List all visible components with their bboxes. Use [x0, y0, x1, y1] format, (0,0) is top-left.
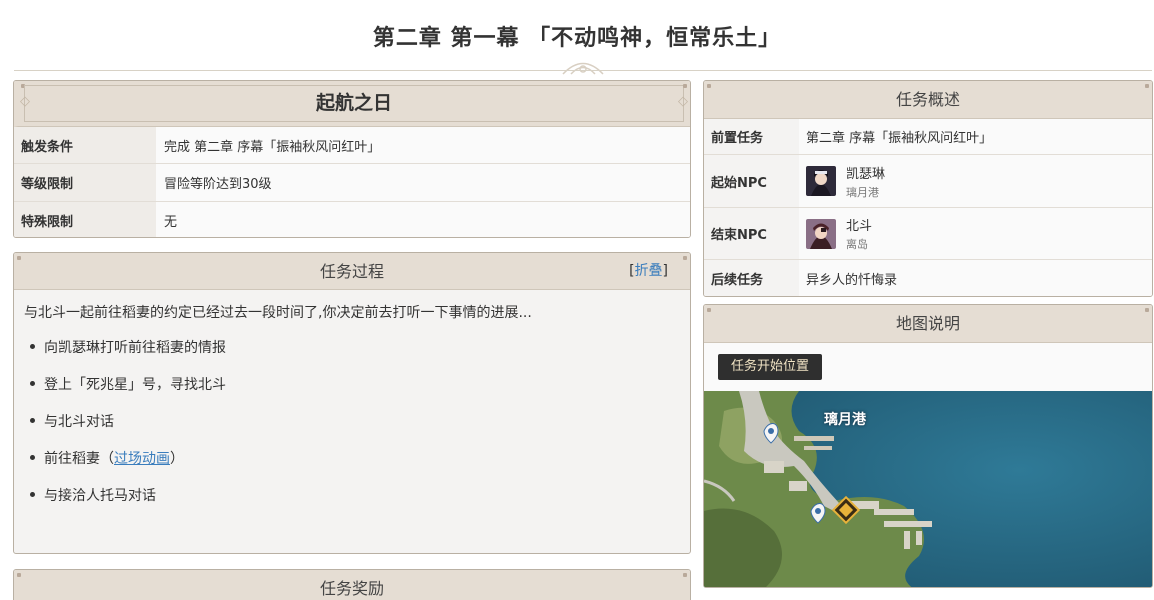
avatar [806, 166, 836, 196]
title-divider [14, 70, 1152, 71]
next-quest-value[interactable]: 异乡人的忏悔录 [799, 260, 1152, 296]
avatar [806, 218, 836, 249]
map-terrain-icon [704, 391, 1152, 587]
list-item: 与北斗对话 [24, 411, 680, 448]
cutscene-close: ） [170, 451, 184, 467]
next-quest-label: 后续任务 [704, 260, 799, 296]
map-view[interactable]: 璃月港 [704, 391, 1152, 587]
npc-name: 凯瑟琳 [846, 166, 886, 182]
list-item: 前往稻妻（过场动画） [24, 448, 680, 485]
process-panel: 任务过程 [折叠] 与北斗一起前往稻妻的约定已经过去一段时间了,你决定前去打听一… [13, 252, 691, 554]
process-title: 任务过程 [319, 262, 384, 281]
map-place-label: 璃月港 [824, 412, 866, 428]
prev-quest-label: 前置任务 [704, 119, 799, 154]
end-npc[interactable]: 北斗 离岛 [806, 215, 872, 252]
npc-info: 凯瑟琳 璃月港 [846, 163, 885, 200]
reward-panel: 任务奖励 [13, 569, 691, 600]
level-value: 冒险等阶达到30级 [156, 164, 690, 201]
step-list: 向凯瑟琳打听前往稻妻的情报 登上「死兆星」号，寻找北斗 与北斗对话 前往稻妻（过… [24, 337, 680, 522]
step-text: 登上「死兆星」号，寻找北斗 [44, 377, 226, 393]
start-npc[interactable]: 凯瑟琳 璃月港 [806, 163, 885, 200]
overview-panel: 任务概述 前置任务 第二章 序幕「振袖秋风问红叶」 起始NPC 凯瑟琳 璃月港 … [703, 80, 1153, 297]
map-title: 地图说明 [895, 314, 960, 333]
title-ornament-icon [562, 62, 604, 75]
overview-title: 任务概述 [895, 90, 960, 109]
next-quest-row: 后续任务 异乡人的忏悔录 [704, 260, 1152, 296]
start-location-button[interactable]: 任务开始位置 [718, 354, 823, 380]
bullet-icon [30, 418, 35, 423]
process-body: 与北斗一起前往稻妻的约定已经过去一段时间了,你决定前去打听一下事情的进展... … [14, 290, 690, 534]
level-label: 等级限制 [14, 164, 156, 201]
end-npc-row: 结束NPC 北斗 离岛 [704, 208, 1152, 260]
list-item: 向凯瑟琳打听前往稻妻的情报 [24, 337, 680, 374]
step-text: 与接洽人托马对话 [44, 488, 156, 504]
fold-link[interactable]: 折叠 [635, 263, 663, 279]
fold-toggle[interactable]: [折叠] [629, 253, 668, 290]
map-panel: 地图说明 任务开始位置 璃月港 [703, 304, 1153, 588]
list-item: 登上「死兆星」号，寻找北斗 [24, 374, 680, 411]
page-title: 第二章 第一幕 「不动鸣神，恒常乐土」 [372, 26, 782, 51]
end-npc-label: 结束NPC [704, 208, 799, 259]
end-npc-cell: 北斗 离岛 [799, 208, 1152, 259]
trigger-value: 完成 第二章 序幕「振袖秋风问红叶」 [156, 127, 690, 164]
step-text: 向凯瑟琳打听前往稻妻的情报 [44, 340, 226, 356]
launch-title: 起航之日 [315, 92, 392, 114]
trigger-row: 触发条件 完成 第二章 序幕「振袖秋风问红叶」 [14, 127, 690, 165]
step-text: 前往稻妻 [44, 451, 100, 467]
step-text: 与北斗对话 [44, 414, 114, 430]
bullet-icon [30, 492, 35, 497]
npc-location: 离岛 [846, 238, 868, 251]
level-row: 等级限制 冒险等阶达到30级 [14, 164, 690, 202]
npc-name: 北斗 [846, 219, 873, 234]
start-npc-row: 起始NPC 凯瑟琳 璃月港 [704, 155, 1152, 208]
cutscene-open: （ [100, 451, 114, 467]
bullet-icon [30, 381, 35, 386]
special-row: 特殊限制 无 [14, 201, 690, 237]
trigger-label: 触发条件 [14, 127, 156, 164]
start-npc-label: 起始NPC [704, 155, 799, 207]
special-label: 特殊限制 [14, 201, 156, 237]
bullet-icon [30, 455, 35, 460]
map-panel-header: 地图说明 [704, 305, 1152, 343]
process-intro: 与北斗一起前往稻妻的约定已经过去一段时间了,你决定前去打听一下事情的进展... [24, 305, 532, 321]
reward-panel-header: 任务奖励 [14, 570, 690, 600]
cutscene-link[interactable]: 过场动画 [114, 448, 170, 468]
reward-title: 任务奖励 [319, 579, 384, 598]
launch-panel-header: 起航之日 [14, 81, 690, 127]
fold-bracket-close: ] [662, 263, 668, 279]
prev-quest-row: 前置任务 第二章 序幕「振袖秋风问红叶」 [704, 119, 1152, 155]
special-value: 无 [156, 201, 690, 237]
launch-panel: 起航之日 触发条件 完成 第二章 序幕「振袖秋风问红叶」 等级限制 冒险等阶达到… [13, 80, 691, 238]
prev-quest-value[interactable]: 第二章 序幕「振袖秋风问红叶」 [799, 119, 1152, 154]
npc-info: 北斗 离岛 [846, 215, 872, 252]
npc-location: 璃月港 [846, 185, 879, 199]
list-item: 与接洽人托马对话 [24, 485, 680, 522]
process-panel-header: 任务过程 [折叠] [14, 253, 690, 290]
beidou-avatar-icon [806, 218, 836, 249]
overview-panel-header: 任务概述 [704, 81, 1152, 119]
bullet-icon [30, 344, 35, 349]
katheryne-avatar-icon [806, 166, 836, 196]
start-npc-cell: 凯瑟琳 璃月港 [799, 155, 1152, 207]
